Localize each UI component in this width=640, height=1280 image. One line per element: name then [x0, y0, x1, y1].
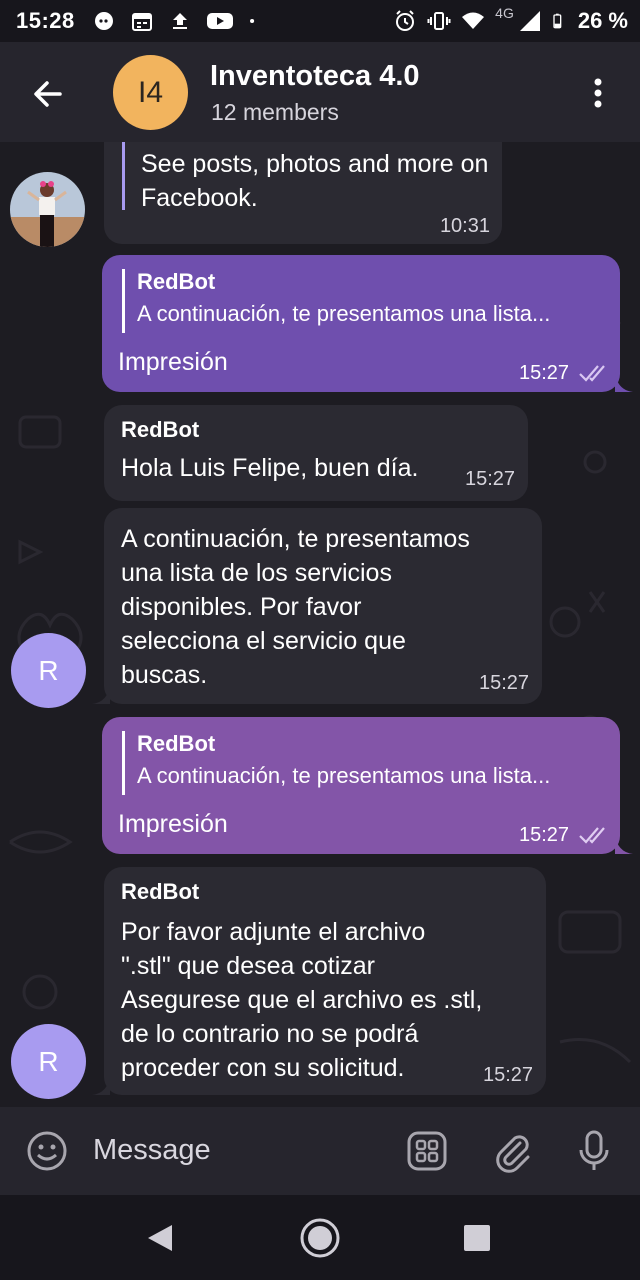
group-avatar[interactable]: I4 — [113, 55, 188, 130]
reply-sender: RedBot — [137, 731, 216, 756]
calendar-notification-icon — [132, 13, 152, 31]
battery-percent: 26 % — [577, 8, 628, 33]
sender-photo-avatar[interactable] — [10, 172, 85, 247]
nav-home-icon[interactable] — [299, 1217, 341, 1259]
message-time: 15:27 — [519, 824, 570, 846]
alarm-icon — [396, 10, 415, 31]
profile-photo-image — [10, 172, 85, 247]
message-bubble-incoming[interactable]: A continuación, te presentamos una lista… — [104, 508, 542, 704]
message-bubble-incoming[interactable]: RedBot Por favor adjunte el archivo ".st… — [104, 867, 546, 1095]
bubble-tail-outgoing — [615, 834, 633, 854]
more-options-icon[interactable] — [586, 75, 610, 111]
message-text: Impresión — [118, 348, 228, 376]
network-type: 4G — [495, 5, 514, 21]
back-arrow-icon[interactable] — [30, 76, 66, 112]
message-time: 15:27 — [479, 672, 530, 694]
message-time: 15:27 — [483, 1064, 534, 1086]
link-preview-accent — [122, 142, 125, 210]
microphone-icon[interactable] — [572, 1129, 616, 1173]
read-double-check-icon — [579, 365, 605, 382]
more-notifications-dot-icon — [250, 18, 255, 24]
message-sender: RedBot — [121, 879, 200, 904]
message-text: A continuación, te presentamos una lista… — [121, 522, 470, 692]
emoji-icon[interactable] — [25, 1129, 69, 1173]
message-line: Por favor adjunte el archivo — [121, 918, 426, 946]
message-time: 15:27 — [465, 468, 516, 490]
status-bar: 15:28 4G 26 % — [0, 0, 640, 42]
status-time: 15:28 — [16, 8, 75, 33]
nav-back-icon[interactable] — [145, 1223, 175, 1253]
member-count: 12 members — [211, 99, 339, 125]
reply-snippet: A continuación, te presentamos una lista… — [137, 301, 551, 326]
wifi-icon — [462, 12, 485, 29]
notification-icons — [92, 9, 262, 33]
bubble-tail-incoming — [92, 1075, 110, 1095]
message-line: ".stl" que desea cotizar — [121, 952, 375, 980]
message-line: proceder con su solicitud. — [121, 1054, 405, 1082]
message-list[interactable]: See posts, photos and more on Facebook. … — [0, 142, 640, 1107]
chat-notification-icon — [95, 12, 113, 30]
system-navigation-bar — [0, 1195, 640, 1280]
bubble-tail-incoming — [92, 684, 110, 704]
youtube-notification-icon — [207, 13, 233, 29]
message-line: buscas. — [121, 661, 208, 689]
read-double-check-icon — [579, 827, 605, 844]
nav-recents-icon[interactable] — [463, 1224, 491, 1252]
chat-title[interactable]: Inventoteca 4.0 — [210, 60, 420, 93]
message-text: See posts, photos and more on Facebook. — [141, 150, 489, 212]
bot-commands-icon[interactable] — [405, 1129, 449, 1173]
message-sender: RedBot — [121, 417, 200, 442]
bot-avatar[interactable]: R — [11, 1024, 86, 1099]
message-text: Por favor adjunte el archivo ".stl" que … — [121, 915, 482, 1085]
message-text: Impresión — [118, 810, 228, 838]
message-line: Asegurese que el archivo es .stl, — [121, 986, 483, 1014]
message-time: 10:31 — [439, 215, 490, 237]
reply-quote[interactable]: RedBot A continuación, te presentamos un… — [122, 269, 550, 333]
message-bubble-incoming[interactable]: RedBot Hola Luis Felipe, buen día. 15:27 — [104, 405, 528, 501]
message-bubble-incoming[interactable]: See posts, photos and more on Facebook. … — [104, 142, 502, 244]
reply-sender: RedBot — [137, 269, 216, 294]
battery-icon — [553, 13, 562, 29]
attach-paperclip-icon[interactable] — [490, 1129, 534, 1173]
bubble-tail-outgoing — [615, 372, 633, 392]
signal-icon — [519, 11, 540, 31]
message-bubble-outgoing[interactable]: RedBot A continuación, te presentamos un… — [102, 717, 620, 854]
message-line: una lista de los servicios — [121, 559, 392, 587]
system-status-icons: 4G 26 % — [393, 5, 628, 34]
message-line: de lo contrario no se podrá — [121, 1020, 419, 1048]
message-line: A continuación, te presentamos — [121, 525, 470, 553]
message-bubble-outgoing[interactable]: RedBot A continuación, te presentamos un… — [102, 255, 620, 392]
message-input[interactable]: Message — [93, 1134, 211, 1167]
vibrate-icon — [427, 12, 451, 30]
upload-notification-icon — [173, 13, 187, 29]
message-line: selecciona el servicio que — [121, 627, 406, 655]
message-time: 15:27 — [519, 362, 570, 384]
chat-header: I4 Inventoteca 4.0 12 members — [0, 42, 640, 142]
reply-quote[interactable]: RedBot A continuación, te presentamos un… — [122, 731, 550, 795]
bot-avatar[interactable]: R — [11, 633, 86, 708]
message-text: Hola Luis Felipe, buen día. — [121, 454, 419, 482]
message-line: disponibles. Por favor — [121, 593, 362, 621]
reply-snippet: A continuación, te presentamos una lista… — [137, 763, 551, 788]
message-input-bar: Message — [0, 1107, 640, 1195]
